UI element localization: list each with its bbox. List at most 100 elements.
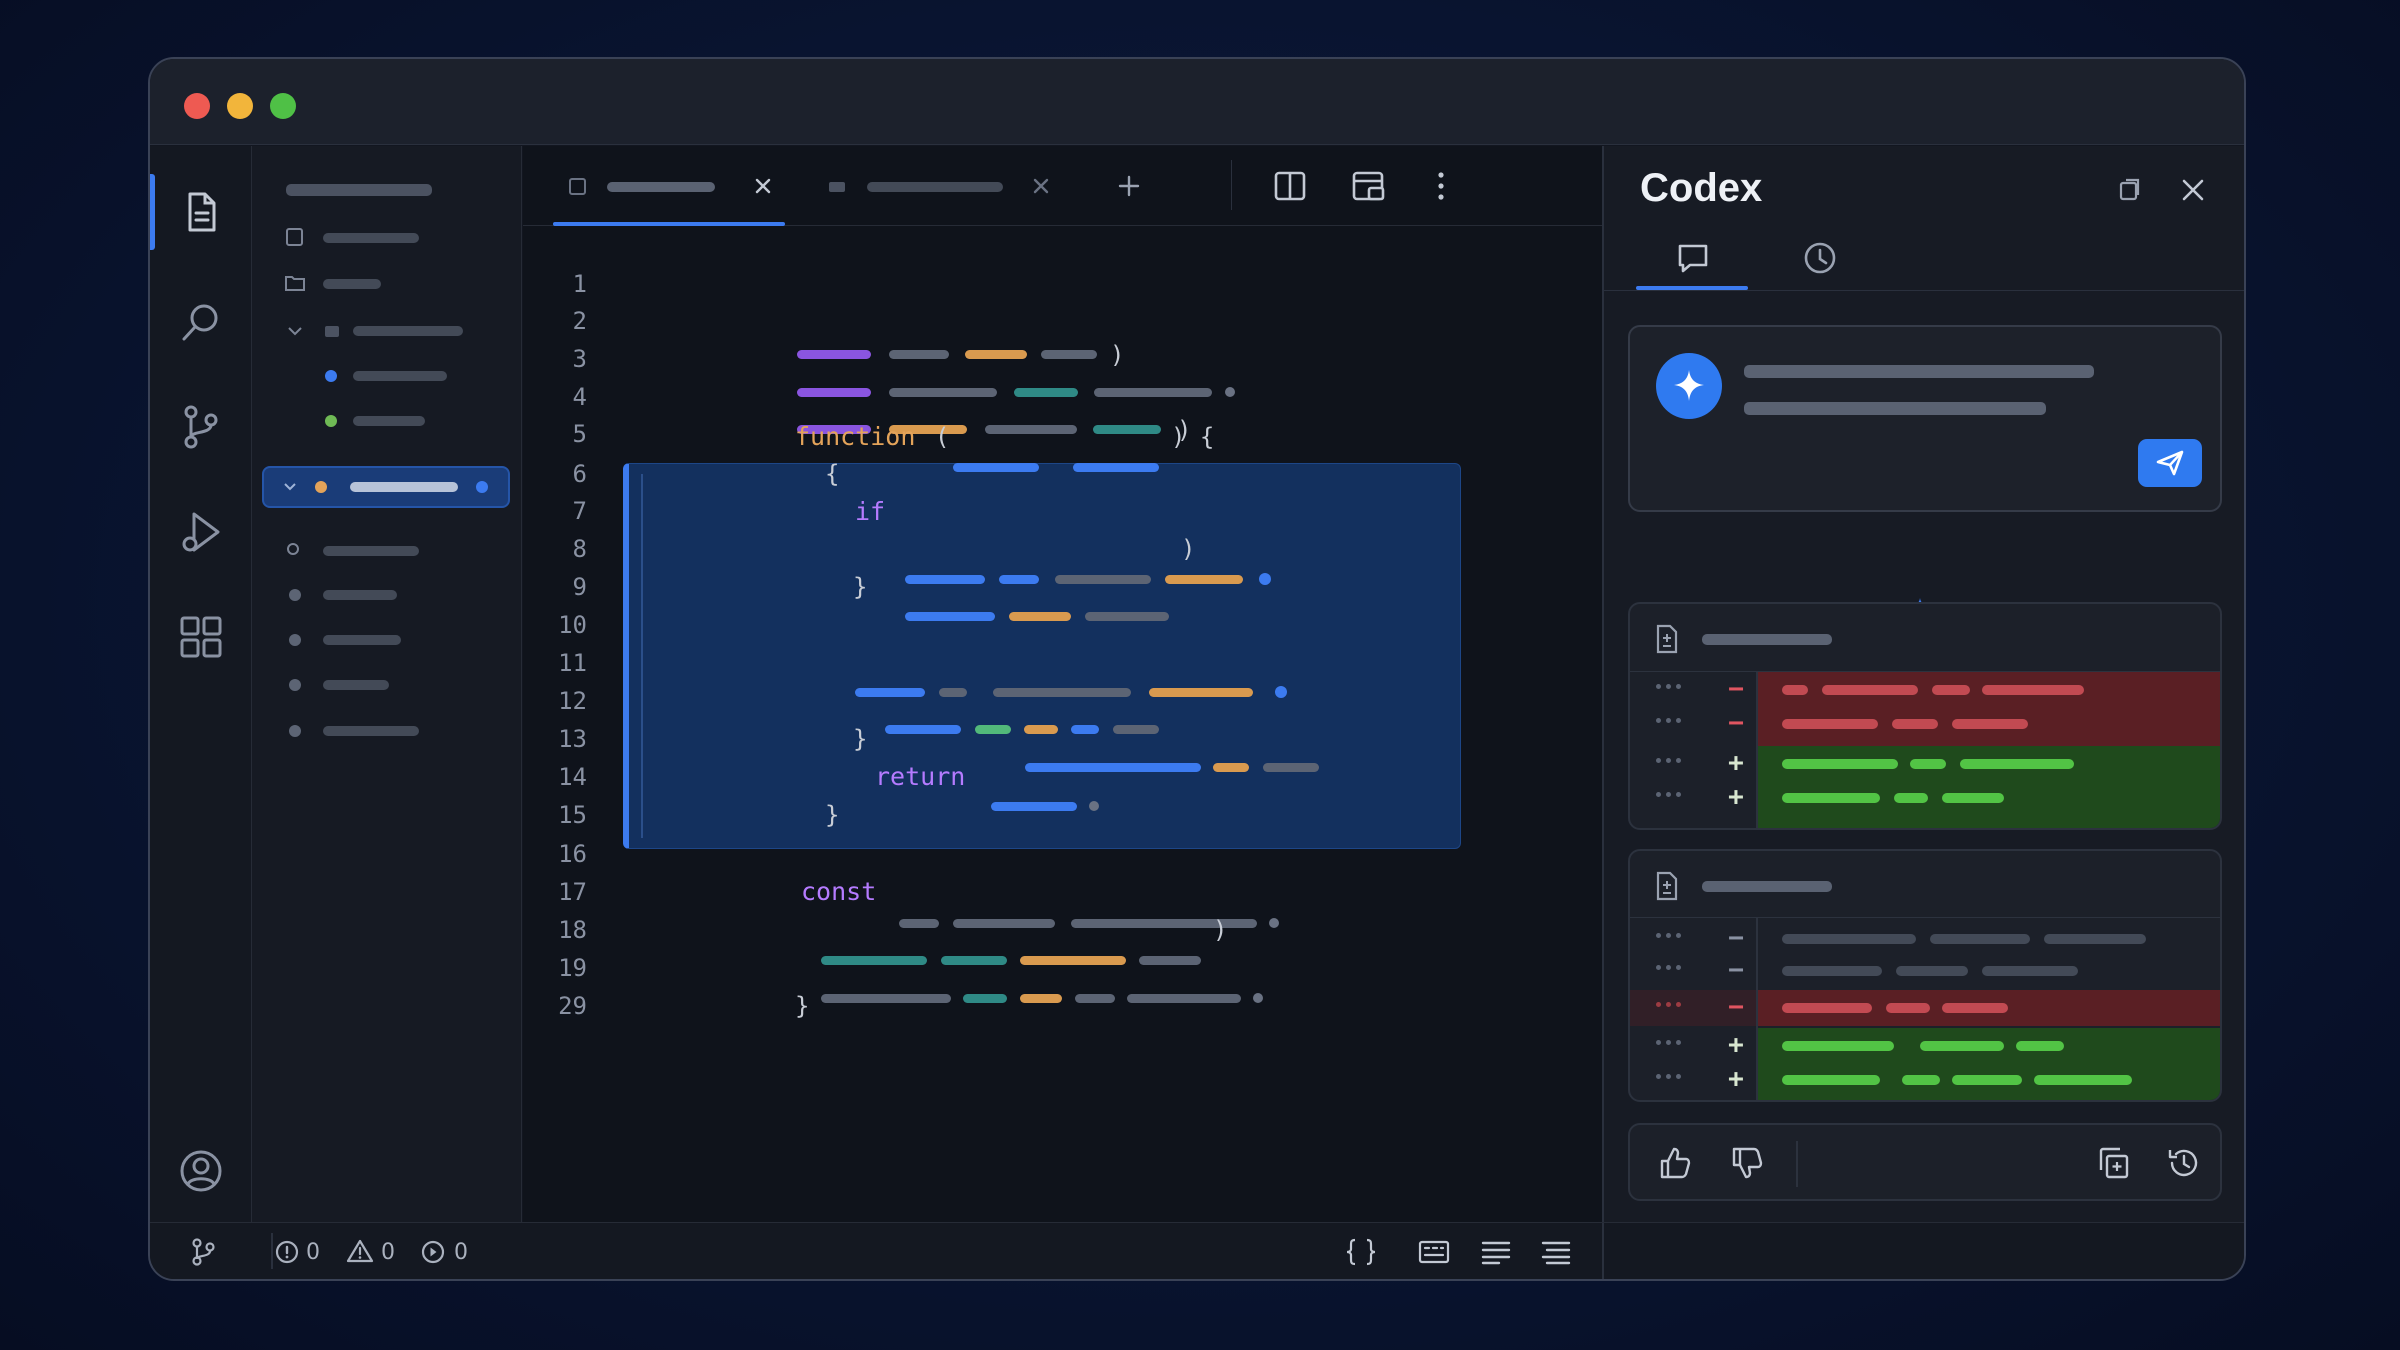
copy-icon[interactable] <box>2096 1145 2132 1181</box>
sparkle-avatar <box>1656 353 1722 419</box>
run-debug-icon[interactable] <box>178 509 224 555</box>
diff-line-added: + <box>1630 746 2220 782</box>
popout-icon[interactable] <box>2116 176 2144 204</box>
folder-icon <box>285 276 305 291</box>
split-editor-icon[interactable] <box>1273 169 1307 203</box>
code-token <box>999 575 1039 584</box>
list-icon[interactable] <box>1540 1239 1572 1265</box>
code-token <box>1085 612 1169 621</box>
code-token <box>899 919 939 928</box>
diff-line-removed: − <box>1630 706 2220 742</box>
code-token <box>963 994 1007 1003</box>
file-icon <box>569 178 586 195</box>
code-token <box>1225 387 1235 397</box>
code-token <box>1025 763 1201 772</box>
code-token <box>1275 686 1287 698</box>
send-button[interactable] <box>2138 439 2202 487</box>
line-number: 6 <box>572 460 587 488</box>
code-punctuation: ) <box>1181 535 1196 563</box>
branch-icon[interactable] <box>190 1237 216 1267</box>
code-token <box>821 994 951 1003</box>
clock-icon[interactable] <box>1802 240 1838 276</box>
code-token <box>1014 388 1078 397</box>
source-control-icon[interactable] <box>178 404 224 450</box>
code-punctuation: ) { <box>1171 423 1215 451</box>
code-token <box>1139 956 1201 965</box>
code-token <box>953 463 1039 472</box>
info-icon <box>421 1240 445 1264</box>
folder-icon <box>325 326 339 337</box>
line-number: 10 <box>558 611 587 639</box>
file-icon <box>286 228 303 246</box>
code-token <box>1149 688 1253 697</box>
code-token <box>993 688 1131 697</box>
explorer-panel <box>252 146 522 1222</box>
braces-icon[interactable] <box>1344 1237 1378 1267</box>
history-icon[interactable] <box>2166 1145 2202 1181</box>
thumbs-up-icon[interactable] <box>1658 1145 1694 1181</box>
code-token <box>905 575 985 584</box>
extensions-icon[interactable] <box>178 614 224 660</box>
close-tab-icon[interactable] <box>751 174 775 198</box>
status-dot <box>325 415 337 427</box>
code-punctuation: } <box>853 573 868 601</box>
code-token <box>1113 725 1159 734</box>
files-icon[interactable] <box>178 189 224 235</box>
explorer-header <box>286 184 432 196</box>
preview-layout-icon[interactable] <box>1351 169 1387 203</box>
account-icon[interactable] <box>178 1148 224 1194</box>
tree-item-selected[interactable] <box>262 466 510 508</box>
diff-line-added: + <box>1630 1062 2220 1100</box>
code-area[interactable]: 1 2 3 4 5 6 7 8 9 10 11 12 13 14 15 16 1… <box>523 226 1602 1222</box>
code-token <box>965 350 1027 359</box>
line-number: 7 <box>572 497 587 525</box>
close-panel-icon[interactable] <box>2177 174 2209 206</box>
divider <box>1796 1141 1798 1187</box>
file-diff-icon <box>1656 624 1678 654</box>
code-punctuation: } <box>825 801 840 829</box>
add-tab-icon[interactable] <box>1116 173 1142 199</box>
info-count: 0 <box>454 1240 468 1265</box>
code-punctuation: ) <box>1110 341 1125 369</box>
code-token <box>889 350 949 359</box>
code-token <box>991 802 1077 811</box>
settings-file-icon <box>287 543 299 555</box>
code-token <box>975 725 1011 734</box>
code-token <box>1075 994 1115 1003</box>
warnings-count: 0 <box>381 1240 395 1265</box>
selected-code-block <box>623 463 1461 849</box>
keyboard-icon[interactable] <box>1418 1240 1450 1264</box>
code-token <box>985 425 1077 434</box>
code-token <box>1093 425 1161 434</box>
code-token <box>821 956 927 965</box>
sparkle-icon <box>1674 370 1704 401</box>
diff-card[interactable]: − − + + <box>1628 602 2222 830</box>
editor-tabs <box>523 146 1602 226</box>
code-token <box>1263 763 1319 772</box>
line-number: 8 <box>572 535 587 563</box>
diff-card[interactable]: − − − + + <box>1628 849 2222 1102</box>
search-icon[interactable] <box>178 299 224 345</box>
code-token <box>797 350 871 359</box>
align-left-icon[interactable] <box>1480 1239 1512 1265</box>
status-dot <box>315 481 327 493</box>
close-window-button[interactable] <box>184 93 210 119</box>
code-token <box>1089 801 1099 811</box>
send-icon <box>2156 450 2184 476</box>
code-token <box>1165 575 1243 584</box>
line-number: 17 <box>558 878 587 906</box>
prompt-card[interactable] <box>1628 325 2222 512</box>
code-token <box>1094 388 1212 397</box>
more-options-icon[interactable] <box>1431 170 1451 202</box>
error-icon <box>275 1240 299 1264</box>
codex-panel: Codex − − + + − − − + + <box>1602 146 2244 1222</box>
minimize-window-button[interactable] <box>227 93 253 119</box>
line-number: 2 <box>572 307 587 335</box>
code-punctuation: ) <box>1213 916 1228 944</box>
code-token <box>1071 919 1257 928</box>
maximize-window-button[interactable] <box>270 93 296 119</box>
title-bar <box>150 59 2244 145</box>
code-punctuation: } <box>795 992 810 1020</box>
thumbs-down-icon[interactable] <box>1730 1145 1766 1181</box>
close-tab-icon[interactable] <box>1029 174 1053 198</box>
